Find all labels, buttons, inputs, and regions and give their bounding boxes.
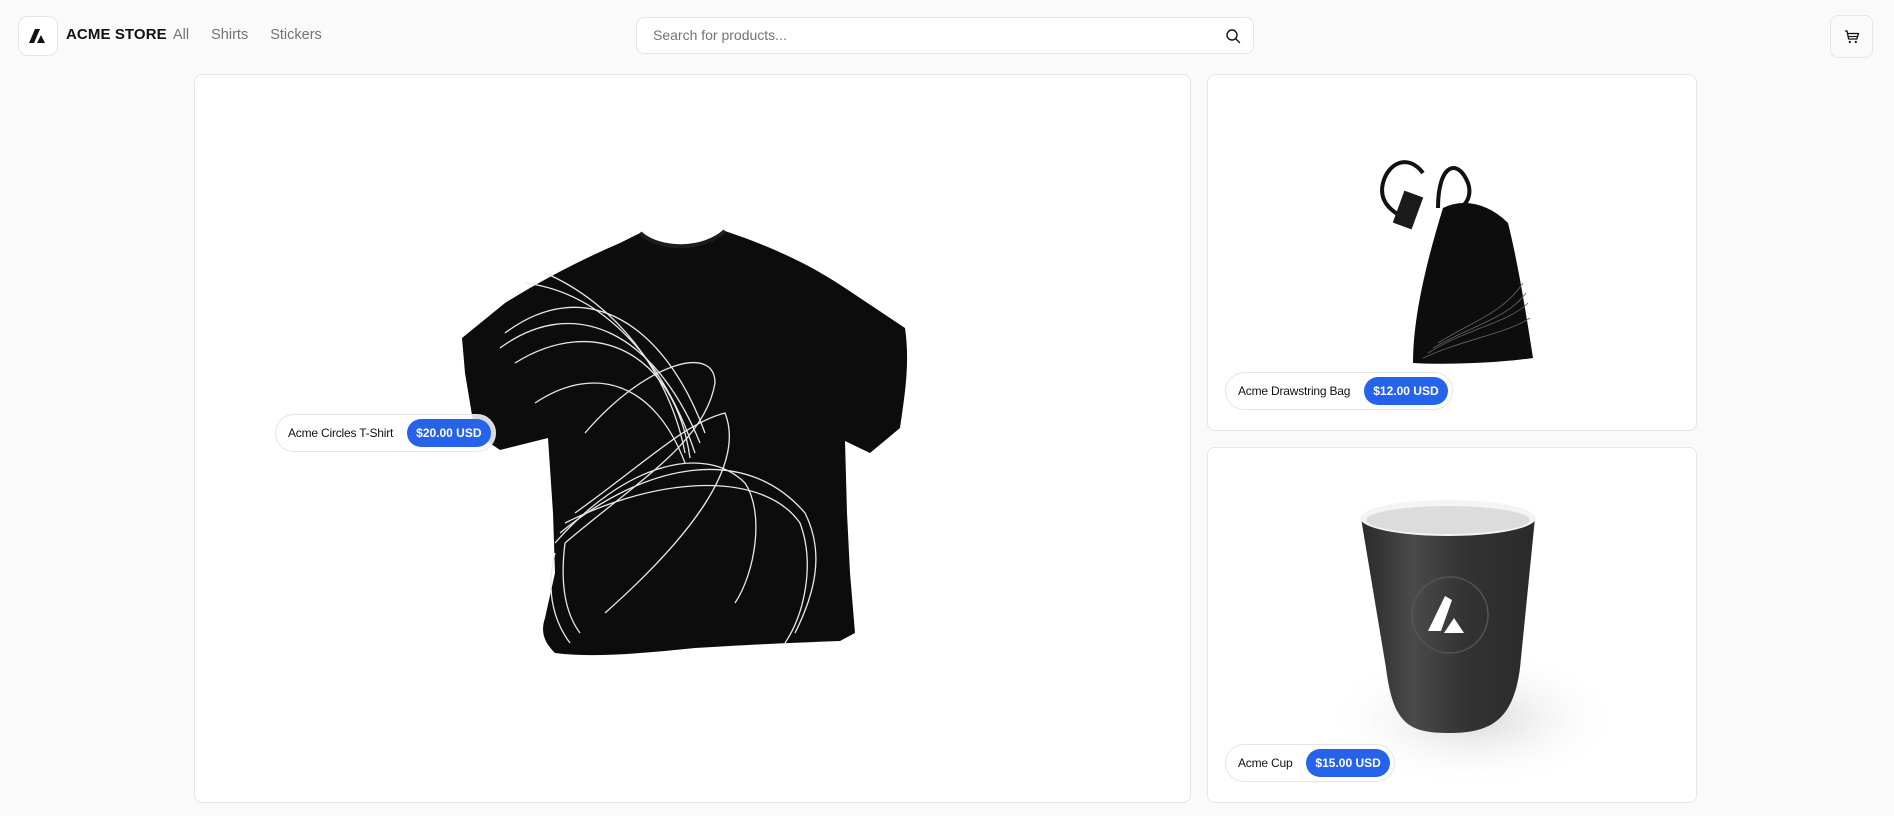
nav-link-stickers[interactable]: Stickers — [270, 27, 322, 43]
product-name: Acme Circles T-Shirt — [288, 426, 394, 440]
navbar: ACME STORE All Shirts Stickers — [0, 0, 1894, 72]
search-input[interactable] — [653, 27, 1193, 43]
t-shirt-image — [462, 229, 908, 656]
logo-button[interactable] — [18, 16, 58, 56]
product-label-drawstring-bag[interactable]: Acme Drawstring Bag $12.00 USD — [1225, 372, 1453, 410]
price-badge: $20.00 USD — [407, 419, 491, 447]
search-icon[interactable] — [1225, 28, 1241, 44]
cart-icon — [1844, 29, 1859, 43]
product-card-cup[interactable]: Acme Cup $15.00 USD — [1207, 447, 1697, 803]
product-card-t-shirt[interactable]: Acme Circles T-Shirt $20.00 USD — [194, 74, 1191, 803]
price-badge: $12.00 USD — [1364, 377, 1448, 405]
product-label-t-shirt[interactable]: Acme Circles T-Shirt $20.00 USD — [275, 414, 496, 452]
product-name: Acme Drawstring Bag — [1238, 384, 1351, 398]
nav-link-shirts[interactable]: Shirts — [211, 27, 248, 43]
search-bar — [636, 17, 1254, 54]
cart-button[interactable] — [1830, 15, 1873, 58]
drawstring-bag-image — [1380, 160, 1533, 364]
nav-link-all[interactable]: All — [173, 27, 189, 43]
price-badge: $15.00 USD — [1306, 749, 1390, 777]
nav-menu: All Shirts Stickers — [173, 27, 322, 43]
product-card-drawstring-bag[interactable]: Acme Drawstring Bag $12.00 USD — [1207, 74, 1697, 431]
product-name: Acme Cup — [1238, 756, 1293, 770]
acme-logo-icon — [29, 29, 45, 43]
product-label-cup[interactable]: Acme Cup $15.00 USD — [1225, 744, 1395, 782]
brand-name[interactable]: ACME STORE — [66, 26, 167, 43]
